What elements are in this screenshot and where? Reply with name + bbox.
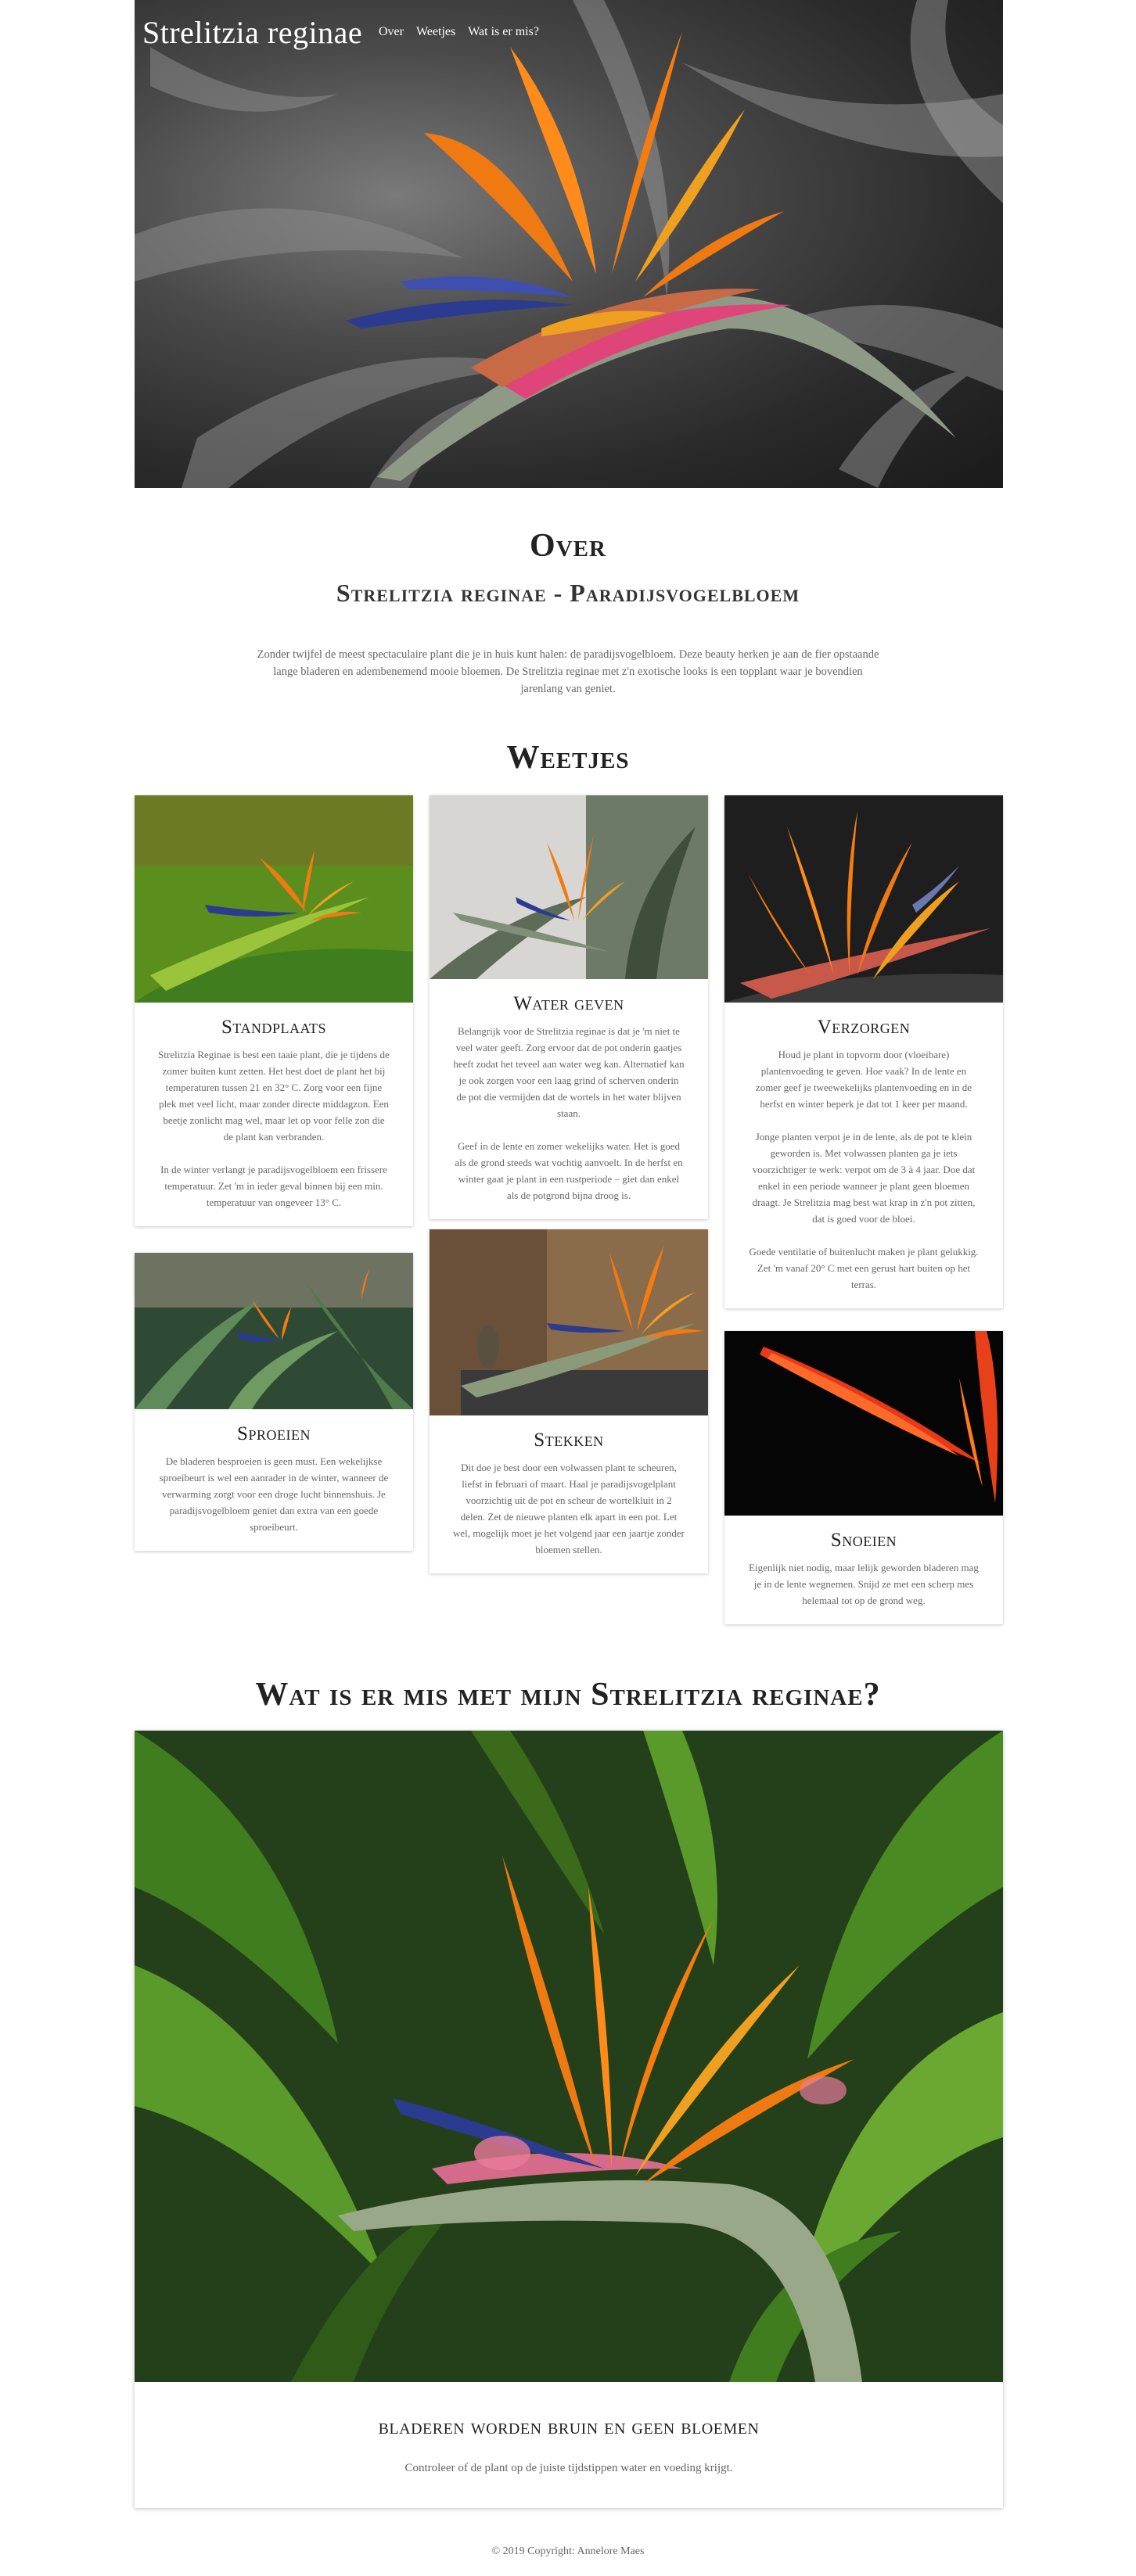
- mis-card-text: Controleer of de plant op de juiste tijd…: [404, 2462, 733, 2474]
- nav-link-over[interactable]: Over: [379, 25, 404, 39]
- nav-link-wat-is-er-mis[interactable]: Wat is er mis?: [468, 25, 539, 39]
- card-text-standplaats-2: In de winter verlangt je paradijsvogelbl…: [160, 1164, 387, 1208]
- card-text-verzorgen-2: Jonge planten verpot je in de lente, als…: [752, 1131, 976, 1225]
- card-image-standplaats: [135, 795, 413, 1003]
- site-title[interactable]: Strelitzia reginae: [142, 14, 362, 51]
- over-subheading: Strelitzia reginae - Paradijsvogelbloem: [336, 579, 800, 607]
- card-sproeien: Sproeien De bladeren besproeien is geen …: [135, 1253, 413, 1551]
- over-heading: Over: [530, 528, 606, 564]
- mis-card-title: bladeren worden bruin en geen bloemen: [378, 2415, 760, 2439]
- card-body-water-geven: Water geven Belangrijk voor de Strelitzi…: [430, 993, 708, 1219]
- card-text-water-geven-1: Belangrijk voor de Strelitzia reginae is…: [453, 1025, 685, 1119]
- card-text-water-geven-2: Geef in de lente en zomer wekelijks wate…: [455, 1140, 683, 1201]
- card-body-standplaats: Standplaats Strelitzia Reginae is best e…: [135, 1017, 413, 1226]
- card-body-sproeien: Sproeien De bladeren besproeien is geen …: [135, 1423, 413, 1551]
- mis-card: bladeren worden bruin en geen bloemen Co…: [135, 1731, 1003, 2508]
- card-body-stekken: Stekken Dit doe je best door een volwass…: [430, 1430, 708, 1573]
- card-text-verzorgen-1: Houd je plant in topvorm door (vloeibare…: [755, 1049, 972, 1110]
- card-image-verzorgen: [724, 795, 1003, 1003]
- card-image-water-geven: [430, 795, 708, 979]
- card-snoeien: Snoeien Eigenlijk niet nodig, maar lelij…: [724, 1331, 1003, 1624]
- card-title-stekken: Stekken: [534, 1430, 604, 1451]
- card-title-verzorgen: Verzorgen: [817, 1017, 911, 1038]
- weetjes-heading: Weetjes: [506, 740, 630, 776]
- nav-link-weetjes[interactable]: Weetjes: [416, 25, 455, 39]
- card-body-verzorgen: Verzorgen Houd je plant in topvorm door …: [724, 1017, 1003, 1308]
- card-title-standplaats: Standplaats: [221, 1017, 326, 1038]
- card-text-standplaats-1: Strelitzia Reginae is best een taaie pla…: [158, 1049, 390, 1143]
- card-image-snoeien: [724, 1331, 1003, 1516]
- card-verzorgen: Verzorgen Houd je plant in topvorm door …: [724, 795, 1003, 1308]
- mis-heading: Wat is er mis met mijn Strelitzia regina…: [255, 1677, 881, 1713]
- footer-copyright: © 2019 Copyright: Annelore Maes: [491, 2546, 645, 2557]
- card-image-sproeien: [135, 1253, 413, 1409]
- page: Strelitzia reginae Over Weetjes Wat is e…: [0, 0, 1136, 2576]
- card-text-stekken-1: Dit doe je best door een volwassen plant…: [453, 1462, 685, 1555]
- over-intro-text: Zonder twijfel de meest spectaculaire pl…: [257, 648, 879, 695]
- card-text-sproeien-1: De bladeren besproeien is geen must. Een…: [159, 1455, 389, 1533]
- card-body-snoeien: Snoeien Eigenlijk niet nodig, maar lelij…: [724, 1530, 1003, 1624]
- main-nav: Over Weetjes Wat is er mis?: [379, 25, 539, 39]
- card-title-snoeien: Snoeien: [830, 1530, 897, 1551]
- card-stekken: Stekken Dit doe je best door een volwass…: [430, 1229, 708, 1573]
- card-water-geven: Water geven Belangrijk voor de Strelitzi…: [430, 795, 708, 1219]
- hero-flower-illustration: [135, 0, 1003, 488]
- card-title-water-geven: Water geven: [513, 993, 624, 1014]
- card-text-verzorgen-3: Goede ventilatie of buitenlucht maken je…: [749, 1246, 979, 1290]
- card-image-stekken: [430, 1229, 708, 1415]
- card-text-snoeien-1: Eigenlijk niet nodig, maar lelijk geword…: [749, 1562, 979, 1606]
- mis-card-image: [135, 1731, 1003, 2382]
- card-title-sproeien: Sproeien: [237, 1423, 311, 1444]
- hero-image: Strelitzia reginae Over Weetjes Wat is e…: [135, 0, 1003, 488]
- card-standplaats: Standplaats Strelitzia Reginae is best e…: [135, 795, 413, 1226]
